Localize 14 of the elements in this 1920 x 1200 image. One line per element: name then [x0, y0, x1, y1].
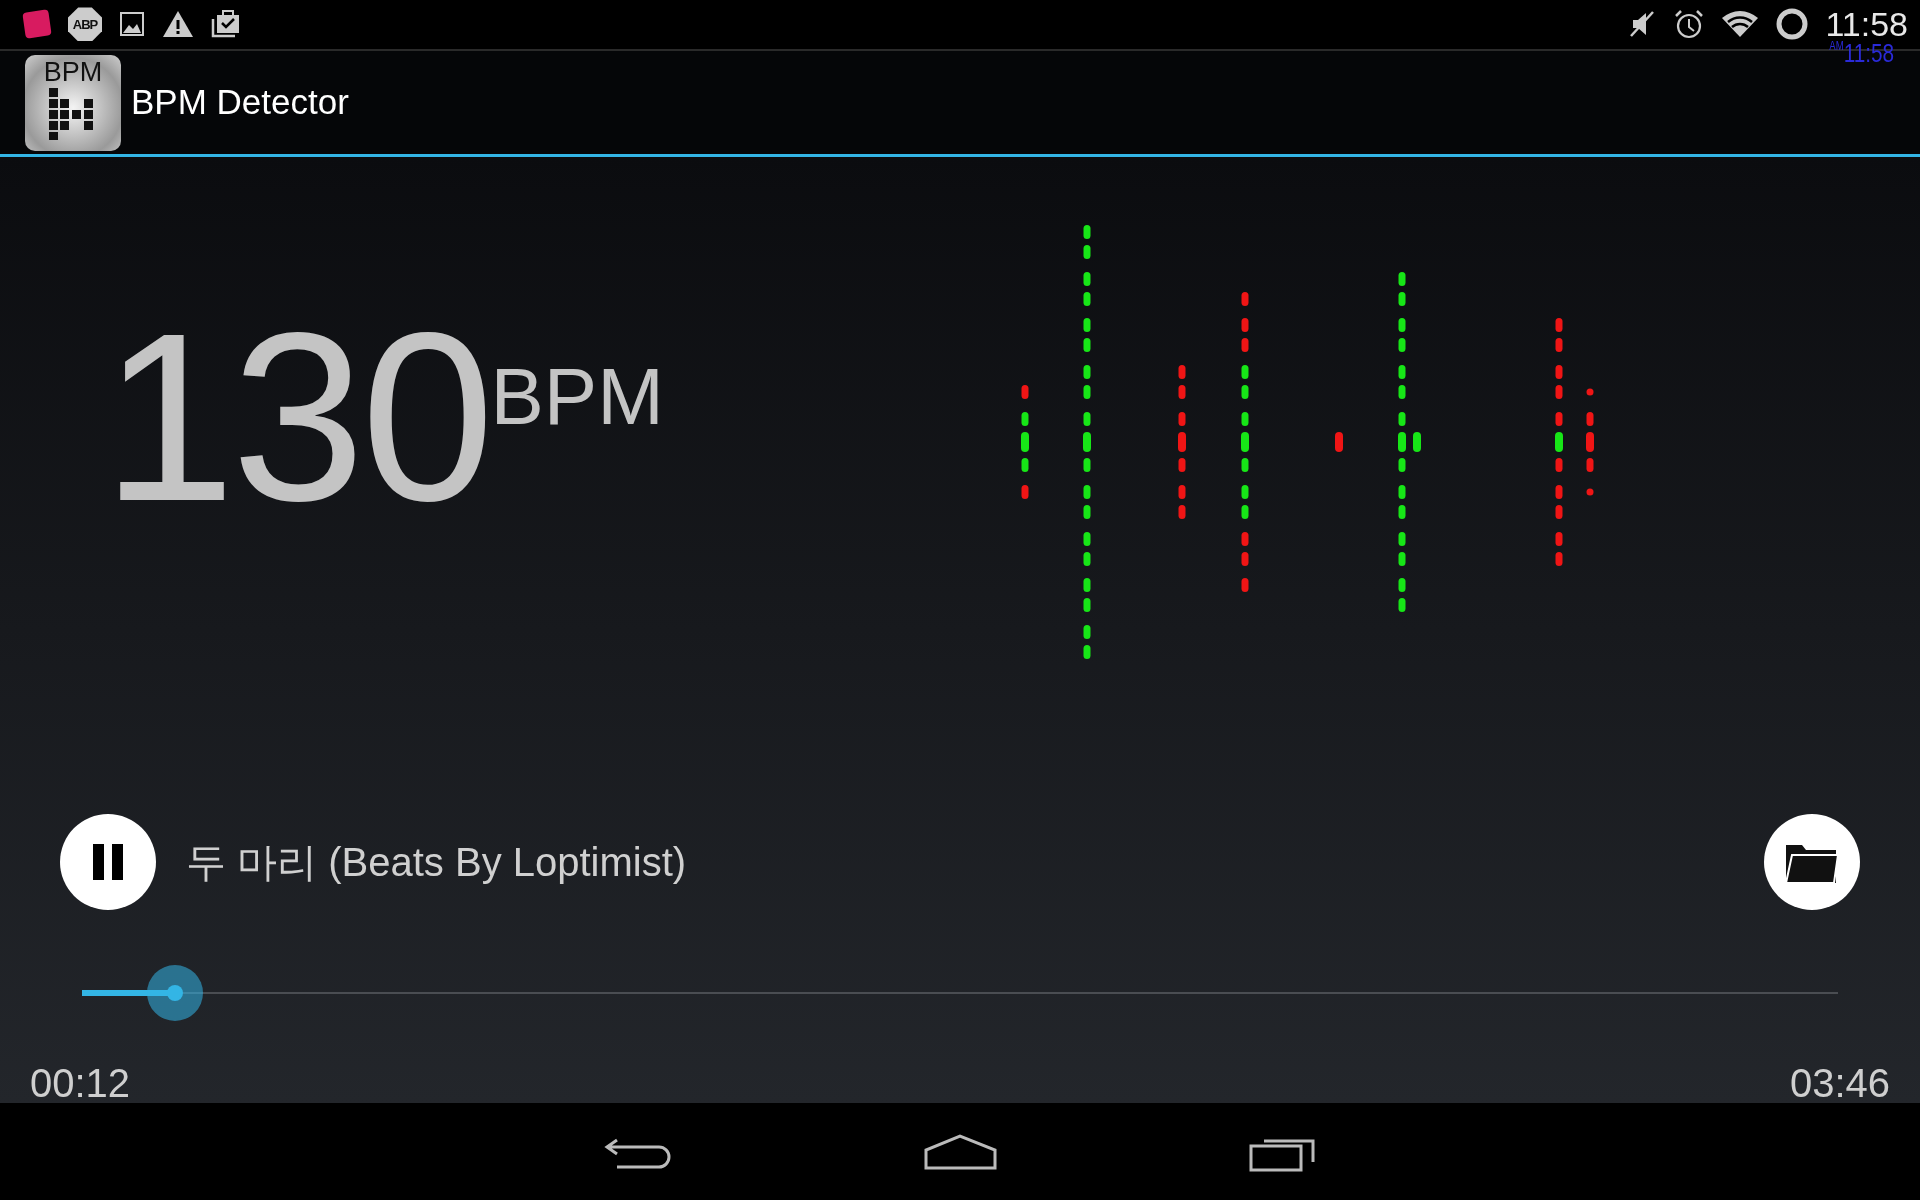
progress-ring-icon — [1775, 7, 1810, 42]
pause-icon — [91, 842, 125, 883]
track-title: 두 마리 (Beats By Loptimist) — [186, 839, 687, 887]
image-icon[interactable] — [118, 10, 146, 39]
adblock-icon[interactable]: ABP — [68, 7, 102, 42]
bpm-value: 130 — [102, 297, 491, 538]
app-title: BPM Detector — [131, 81, 349, 124]
app-icon[interactable]: BPM — [25, 54, 121, 151]
briefcase-check-icon[interactable] — [210, 9, 242, 40]
status-time: 11:58 — [1825, 7, 1908, 42]
warning-icon[interactable] — [162, 9, 194, 40]
bpm-unit: BPM — [490, 357, 664, 438]
elapsed-time: 00:12 — [30, 1063, 131, 1104]
total-time: 03:46 — [1789, 1063, 1890, 1104]
